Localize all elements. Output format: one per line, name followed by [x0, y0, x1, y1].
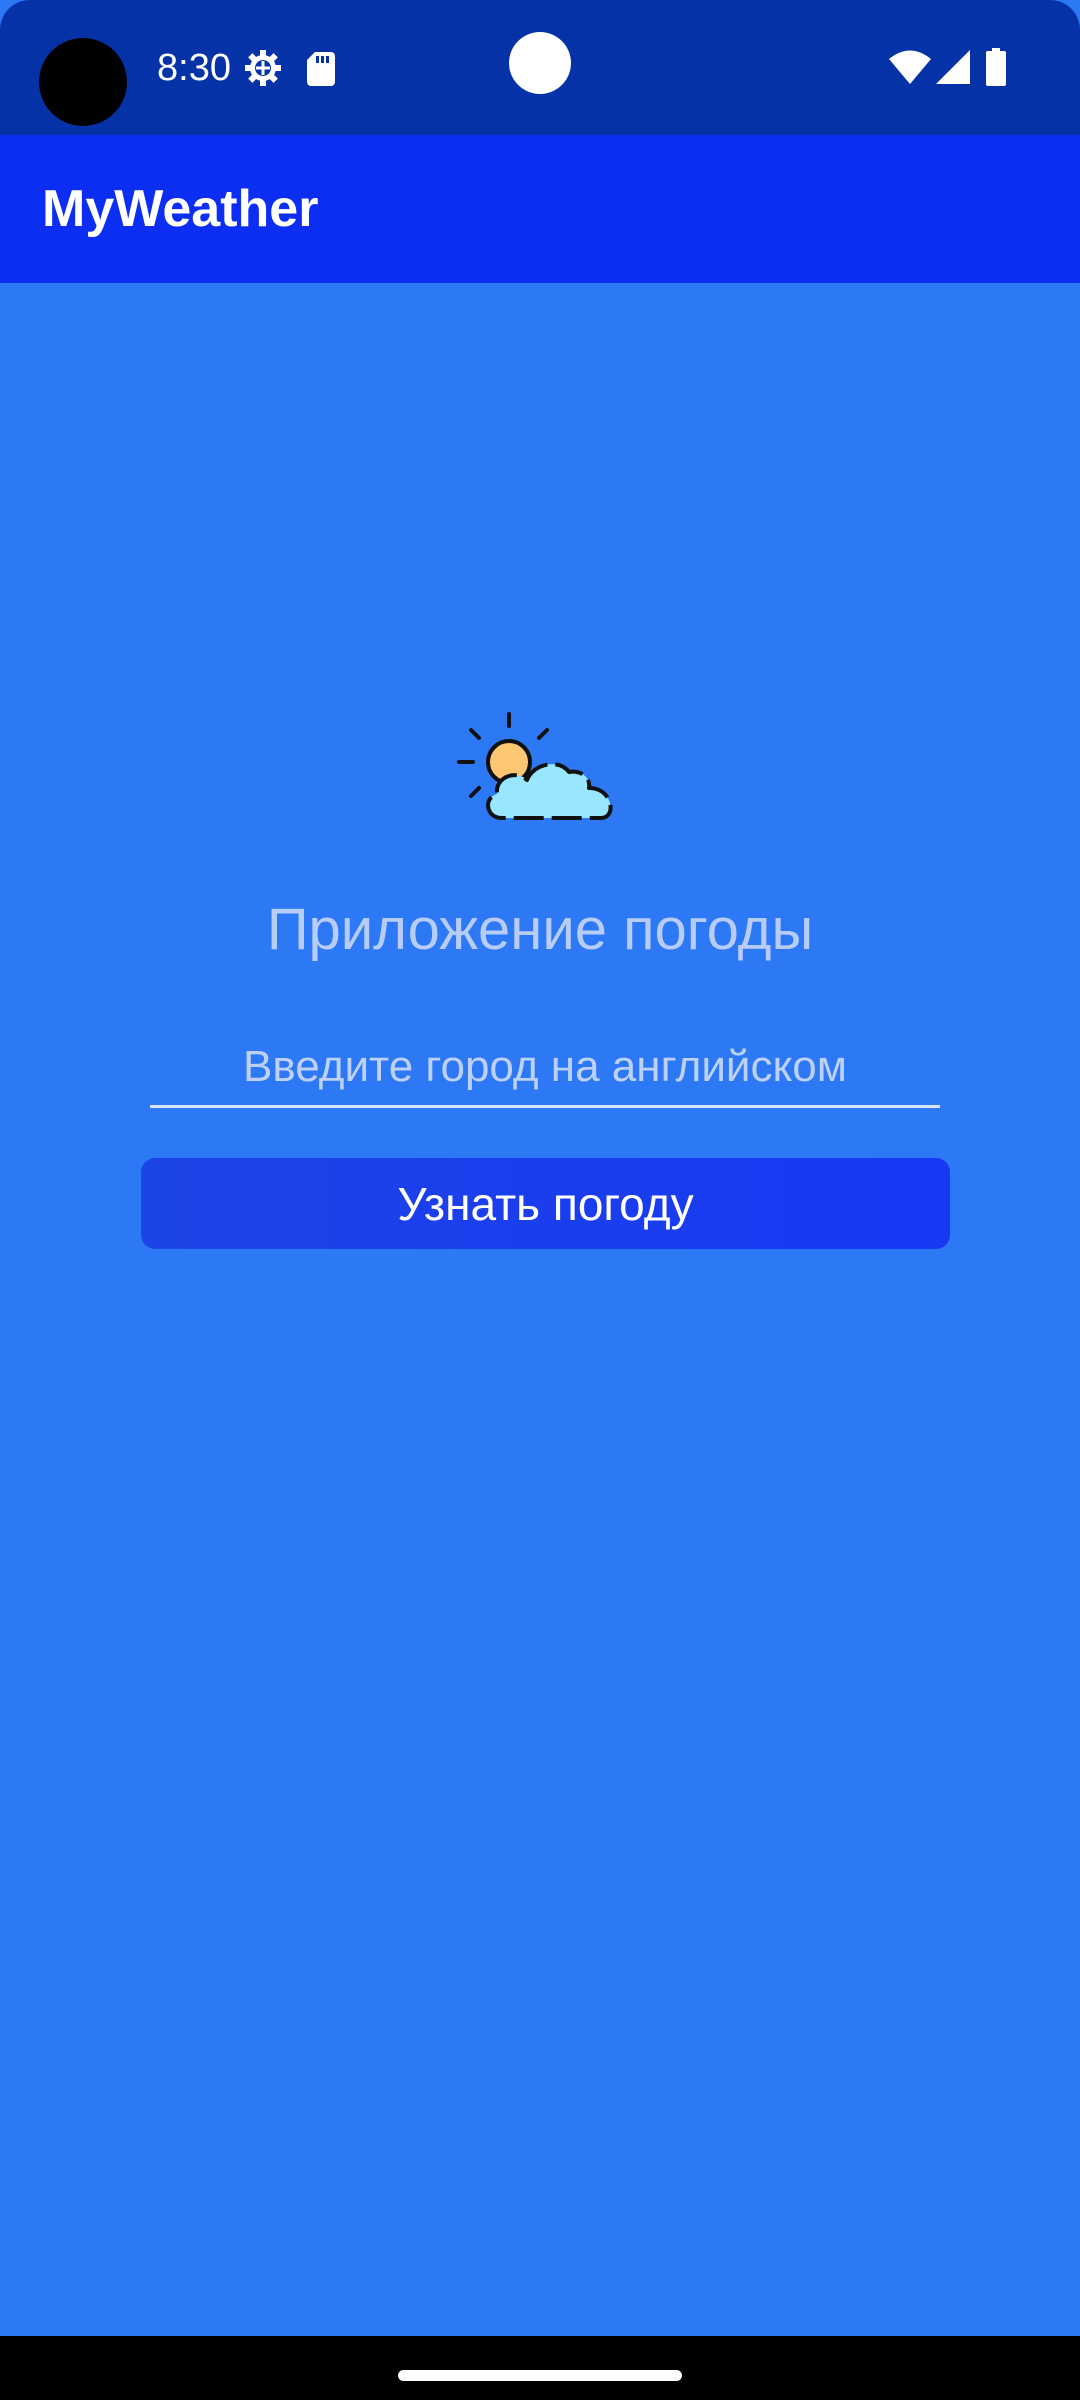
app-title: MyWeather [42, 180, 319, 238]
get-weather-button[interactable]: Узнать погоду [141, 1158, 950, 1249]
sun-cloud-icon [457, 712, 613, 820]
sd-card-icon [307, 52, 335, 86]
battery-icon [986, 48, 1006, 86]
status-bar: 8:30 [0, 0, 1080, 135]
home-gesture-handle[interactable] [398, 2370, 682, 2381]
weather-screen: 8:30 MyWeather Приложение погоды Введите… [0, 0, 1080, 2400]
navigation-bar [0, 2336, 1080, 2400]
front-camera-dot [509, 32, 571, 94]
wifi-icon [889, 50, 931, 84]
camera-cutout [39, 38, 127, 126]
signal-icon [936, 50, 970, 84]
page-heading: Приложение погоды [266, 897, 814, 962]
city-input[interactable] [150, 1028, 940, 1108]
app-bar: MyWeather [0, 135, 1080, 283]
gear-icon [245, 50, 281, 86]
status-time: 8:30 [157, 47, 231, 89]
